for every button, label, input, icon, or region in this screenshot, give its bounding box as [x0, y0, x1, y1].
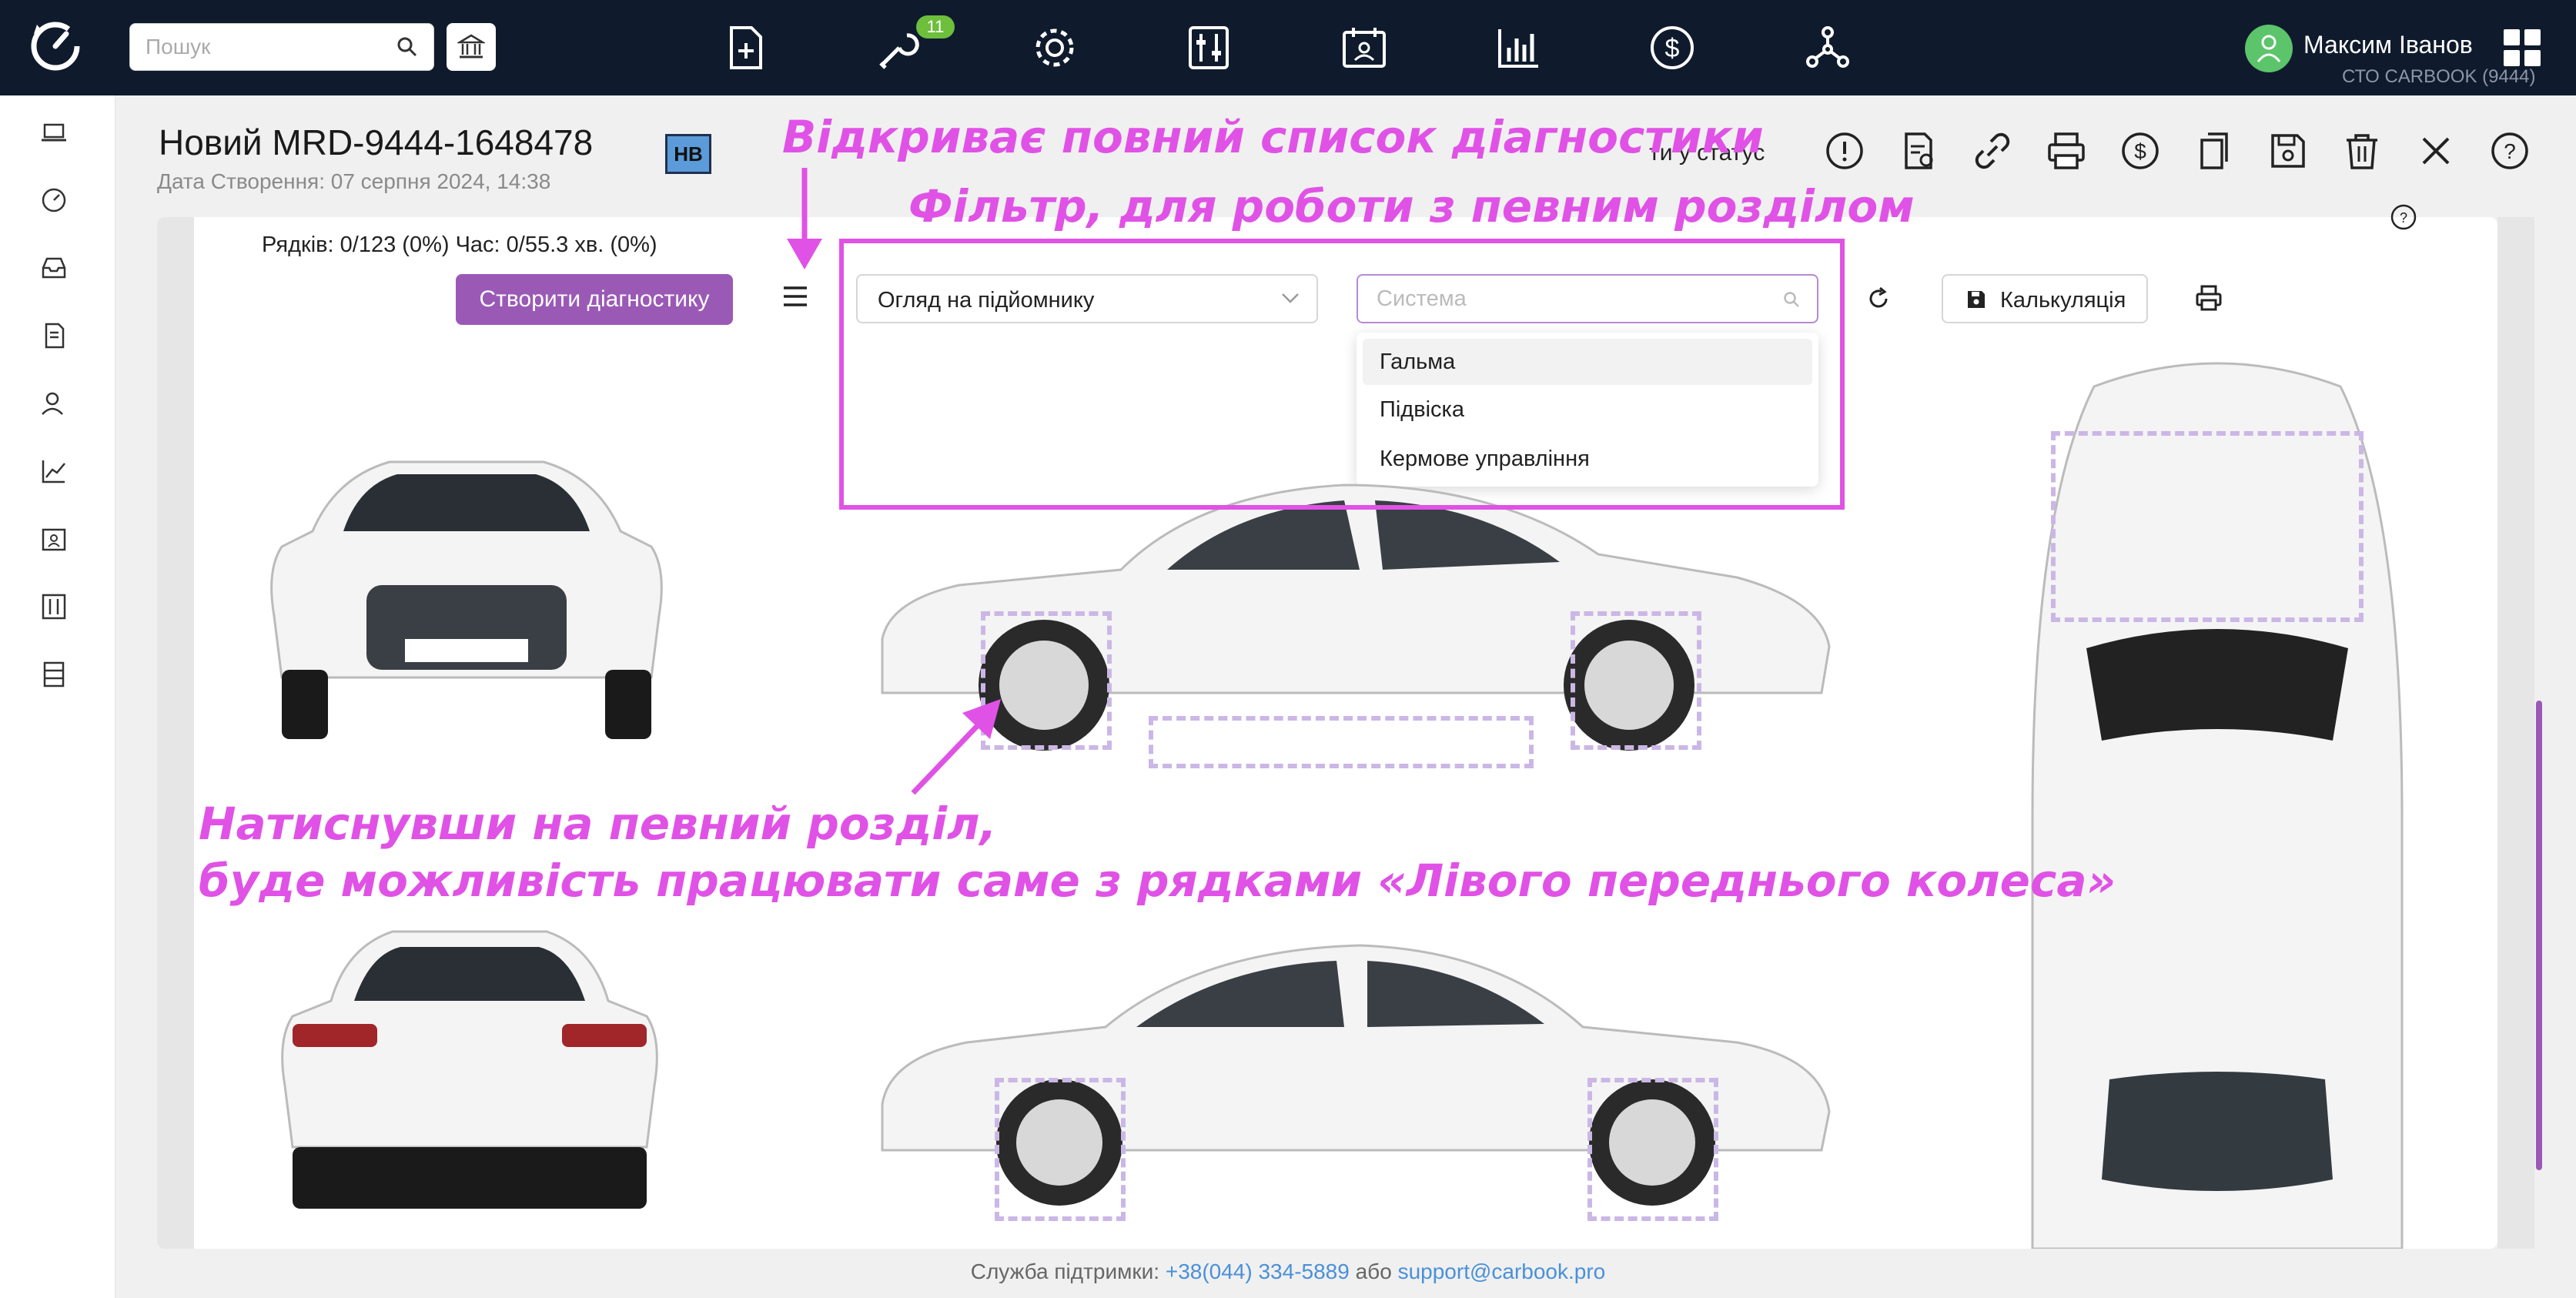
annotation-filter-hint: Фільтр, для роботи з певним розділом [908, 180, 1915, 233]
zone-left-sill[interactable] [1149, 716, 1534, 768]
nav-adjustments[interactable] [1178, 17, 1239, 79]
new-document-icon [730, 26, 762, 69]
support-phone-link[interactable]: +38(044) 334-5889 [1166, 1260, 1350, 1283]
zone-right-front-wheel[interactable] [1587, 1078, 1718, 1221]
network-icon [1806, 26, 1849, 68]
calendar-person-icon [1343, 28, 1386, 68]
page-title: Новий MRD-9444-1648478 [159, 122, 594, 162]
sidebar-dashboard-icon[interactable] [40, 186, 68, 214]
nav-reports[interactable] [1487, 17, 1549, 79]
support-label: Служба підтримки: [970, 1260, 1166, 1283]
delete-icon[interactable] [2340, 129, 2384, 172]
calculation-button[interactable]: Калькуляція [1942, 274, 2148, 323]
sidebar-analytics-icon[interactable] [40, 457, 68, 485]
bar-chart-icon [1498, 29, 1538, 68]
vertical-scrollbar[interactable] [2536, 701, 2542, 1170]
alert-icon[interactable] [1823, 129, 1866, 172]
wrench-icon [879, 33, 919, 69]
nav-calendar[interactable] [1333, 17, 1395, 79]
car-rear-view[interactable] [269, 916, 670, 1224]
zone-left-rear-wheel[interactable] [1571, 611, 1701, 750]
annotation-section-hint-2: буде можливість працювати саме з рядками… [199, 855, 2116, 907]
global-search[interactable] [129, 23, 434, 71]
dollar-icon: $ [1651, 26, 1694, 69]
panel-left-gutter [157, 217, 194, 1249]
arrow-down-icon [787, 168, 822, 269]
svg-text:?: ? [2504, 139, 2516, 163]
footer-or: або [1349, 1260, 1398, 1283]
sidebar-laptop-icon[interactable] [40, 119, 68, 146]
checklist-icon[interactable] [1897, 129, 1940, 172]
annotation-list-hint: Відкриває повний список діагностики [782, 111, 1764, 163]
gear-icon [1035, 28, 1074, 67]
rows-progress-info: Рядків: 0/123 (0%) Час: 0/55.3 хв. (0%) [262, 233, 657, 257]
panel-right-gutter [2497, 217, 2534, 1249]
svg-text:?: ? [2400, 210, 2407, 226]
full-list-menu-icon[interactable] [781, 282, 810, 311]
repair-orders-badge: 11 [916, 15, 955, 38]
sidebar-schedule-icon[interactable] [40, 525, 68, 553]
print-icon[interactable] [2194, 283, 2223, 313]
svg-text:$: $ [1665, 34, 1680, 63]
user-organization: СТО CARBOOK (9444) [2342, 66, 2536, 87]
support-email-link[interactable]: support@carbook.pro [1398, 1260, 1606, 1283]
search-input[interactable] [146, 24, 392, 70]
help-icon[interactable]: ? [2488, 129, 2531, 172]
bank-icon [457, 34, 485, 59]
save-icon [1968, 291, 1985, 308]
filter-highlight-frame [839, 239, 1845, 510]
nav-network[interactable] [1797, 17, 1858, 79]
copy-icon[interactable] [2193, 129, 2236, 172]
nav-new-document[interactable] [714, 17, 776, 79]
payment-dollar-icon[interactable]: $ [2119, 129, 2162, 172]
top-bar: 11 $ [0, 0, 2576, 95]
nav-finance[interactable]: $ [1641, 17, 1703, 79]
zone-right-rear-wheel[interactable] [995, 1078, 1126, 1221]
apps-grid-icon[interactable] [2502, 28, 2542, 68]
nav-settings[interactable] [1024, 17, 1086, 79]
sidebar-storage-icon[interactable] [40, 661, 68, 688]
sidebar-clients-icon[interactable] [40, 390, 68, 417]
user-icon [2257, 35, 2281, 62]
sidebar-document-icon[interactable] [40, 322, 68, 350]
car-front-view[interactable] [259, 447, 674, 754]
close-icon[interactable] [2414, 129, 2457, 172]
zone-hood[interactable] [2051, 431, 2364, 622]
create-diagnostics-button[interactable]: Створити діагностику [456, 274, 733, 325]
link-icon[interactable] [1971, 129, 2014, 172]
calculation-label: Калькуляція [2000, 288, 2126, 313]
user-name[interactable]: Максим Іванов [2303, 31, 2473, 59]
support-footer: Служба підтримки: +38(044) 334-5889 або … [0, 1260, 2576, 1284]
print-icon[interactable] [2045, 129, 2088, 172]
status-badge[interactable]: НВ [665, 134, 711, 174]
arrow-up-left-icon [911, 699, 1001, 795]
creation-date: Дата Створення: 07 серпня 2024, 14:38 [157, 169, 551, 193]
info-icon[interactable]: ? [2390, 203, 2417, 231]
save-icon[interactable] [2267, 129, 2310, 172]
sidebar-inbox-icon[interactable] [40, 254, 68, 282]
sidebar-sliders-icon[interactable] [40, 593, 68, 621]
user-avatar[interactable] [2245, 25, 2293, 72]
sliders-icon [1189, 26, 1229, 69]
search-icon[interactable] [396, 36, 418, 58]
svg-text:$: $ [2134, 139, 2146, 163]
carbook-logo-icon[interactable] [26, 17, 85, 75]
annotation-section-hint-1: Натиснувши на певний розділ, [199, 798, 997, 850]
bank-button[interactable] [447, 23, 496, 71]
refresh-icon[interactable] [1865, 285, 1892, 313]
sidebar [0, 95, 115, 1298]
